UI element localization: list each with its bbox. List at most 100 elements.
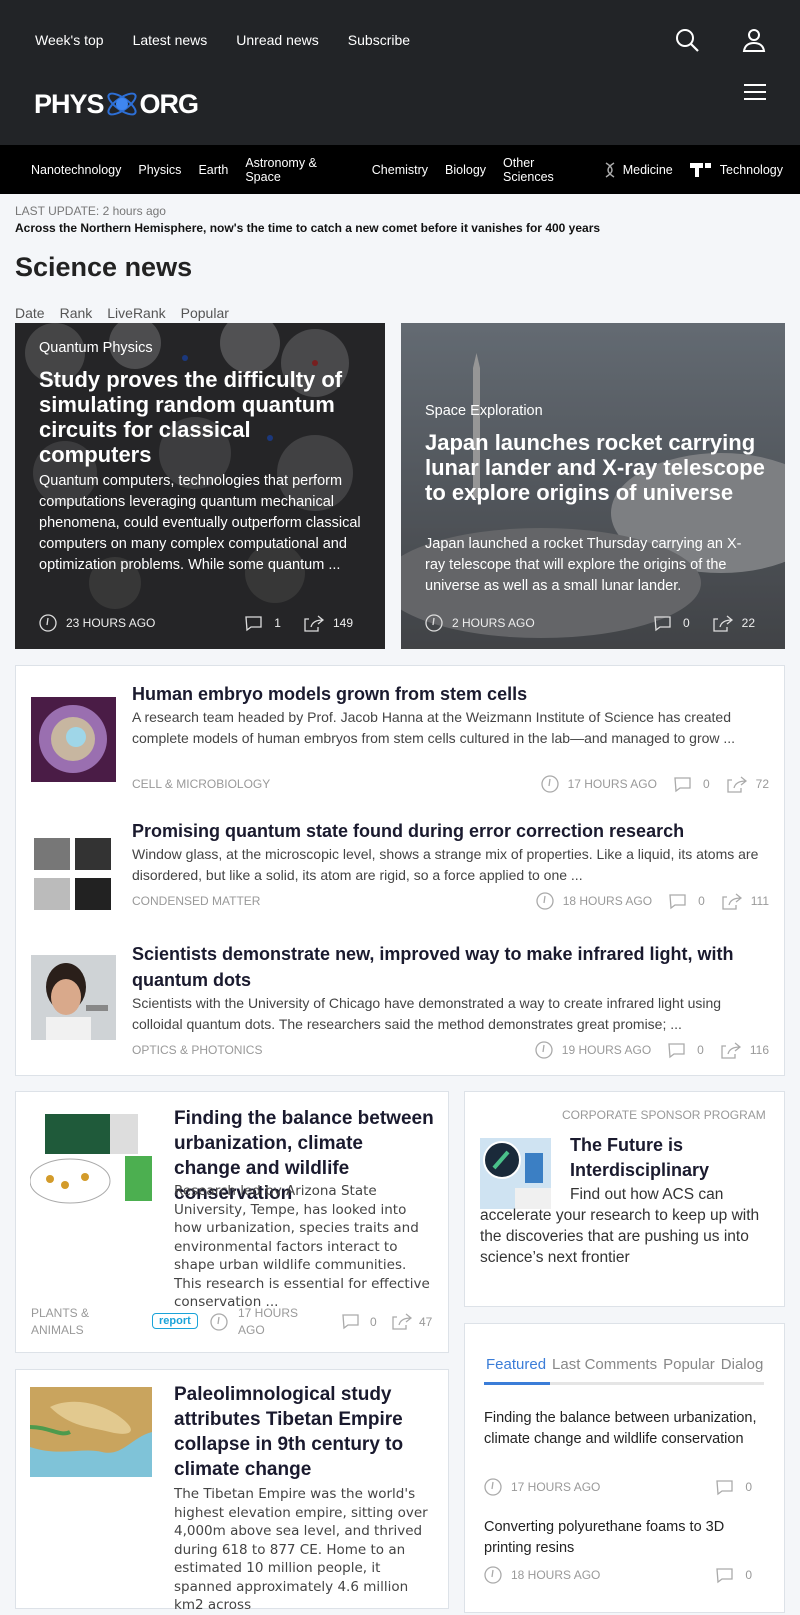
menu-icon[interactable] bbox=[744, 84, 766, 105]
clock-icon bbox=[535, 1041, 553, 1059]
category-bar: Nanotechnology Physics Earth Astronomy &… bbox=[0, 145, 800, 194]
article-title[interactable]: Promising quantum state found during err… bbox=[132, 818, 752, 844]
share-icon[interactable] bbox=[712, 614, 733, 632]
hero-card-quantum[interactable]: Quantum Physics Study proves the difficu… bbox=[15, 323, 385, 649]
cat-medicine-label: Medicine bbox=[622, 162, 673, 177]
cat-biology[interactable]: Biology bbox=[445, 163, 486, 177]
featured-comments: 0 bbox=[745, 1480, 752, 1494]
breaking-headline[interactable]: Across the Northern Hemisphere, now's th… bbox=[15, 221, 600, 235]
sponsor-label: CORPORATE SPONSOR PROGRAM bbox=[562, 1108, 766, 1122]
card-title[interactable]: Paleolimnological study attributes Tibet… bbox=[174, 1382, 434, 1482]
tab-popular[interactable]: Popular bbox=[181, 305, 229, 321]
atom-logo-icon bbox=[106, 92, 137, 116]
tab-featured[interactable]: Featured bbox=[486, 1356, 546, 1373]
active-tab-indicator bbox=[484, 1382, 550, 1385]
article-title[interactable]: Human embryo models grown from stem cell… bbox=[132, 681, 752, 707]
cat-nanotechnology[interactable]: Nanotechnology bbox=[31, 163, 121, 177]
tab-rank[interactable]: Rank bbox=[60, 305, 93, 321]
article-shares: 72 bbox=[755, 777, 769, 791]
hero-card-japan[interactable]: Space Exploration Japan launches rocket … bbox=[401, 323, 785, 649]
sponsor-desc: Find out how ACS can accelerate your res… bbox=[480, 1186, 760, 1266]
logo-text-right: ORG bbox=[139, 88, 200, 119]
clock-icon bbox=[39, 614, 57, 632]
clock-icon bbox=[484, 1566, 502, 1584]
article-meta: OPTICS & PHOTONICS 19 HOURS AGO 0 116 bbox=[132, 1041, 769, 1059]
clock-icon bbox=[210, 1313, 228, 1331]
user-icon[interactable] bbox=[741, 27, 767, 53]
comment-icon bbox=[674, 776, 691, 792]
featured-time: 18 HOURS AGO bbox=[511, 1568, 601, 1582]
tab-liverank[interactable]: LiveRank bbox=[107, 305, 165, 321]
share-icon[interactable] bbox=[392, 1313, 412, 1330]
nav-subscribe[interactable]: Subscribe bbox=[348, 32, 410, 48]
comment-icon bbox=[716, 1479, 733, 1495]
tab-last-comments[interactable]: Last Comments bbox=[552, 1356, 657, 1373]
comment-icon bbox=[654, 615, 671, 631]
article-time: 19 HOURS AGO bbox=[561, 1043, 652, 1057]
page-title: Science news bbox=[15, 252, 193, 282]
article-comments: 0 bbox=[698, 894, 705, 908]
share-icon[interactable] bbox=[726, 775, 747, 793]
article-category[interactable]: CONDENSED MATTER bbox=[132, 894, 260, 908]
article-thumb-embryo[interactable] bbox=[31, 697, 116, 782]
card-shares: 47 bbox=[419, 1315, 433, 1329]
article-desc: Window glass, at the microscopic level, … bbox=[132, 846, 759, 883]
share-icon[interactable] bbox=[722, 892, 742, 910]
hero-time: 23 HOURS AGO bbox=[66, 616, 156, 630]
article-thumb-tibet-map[interactable] bbox=[30, 1387, 152, 1477]
share-icon[interactable] bbox=[721, 1041, 741, 1059]
hero-category[interactable]: Quantum Physics bbox=[39, 340, 153, 356]
search-icon[interactable] bbox=[674, 27, 700, 53]
cat-physics[interactable]: Physics bbox=[138, 163, 181, 177]
card-category[interactable]: PLANTS & ANIMALS bbox=[31, 1305, 101, 1339]
tech-logo-icon bbox=[689, 162, 711, 177]
hero-shares: 149 bbox=[332, 616, 353, 630]
cat-earth[interactable]: Earth bbox=[198, 163, 228, 177]
logo-text-left: PHYS bbox=[34, 88, 105, 119]
article-meta: CELL & MICROBIOLOGY 17 HOURS AGO 0 72 bbox=[132, 775, 769, 793]
hero-category[interactable]: Space Exploration bbox=[425, 403, 543, 419]
tab-date[interactable]: Date bbox=[15, 305, 45, 321]
article-category[interactable]: OPTICS & PHOTONICS bbox=[132, 1043, 262, 1057]
nav-weeks-top[interactable]: Week's top bbox=[35, 32, 104, 48]
comment-icon bbox=[669, 893, 686, 909]
site-header: Week's top Latest news Unread news Subsc… bbox=[0, 0, 800, 145]
tab-popular-widget[interactable]: Popular bbox=[663, 1356, 715, 1373]
nav-unread-news[interactable]: Unread news bbox=[236, 32, 319, 48]
article-desc: Scientists with the University of Chicag… bbox=[132, 995, 722, 1032]
article-title[interactable]: Scientists demonstrate new, improved way… bbox=[132, 941, 752, 993]
article-thumb-wildlife[interactable] bbox=[30, 1111, 152, 1206]
article-thumb-infrared[interactable] bbox=[31, 955, 116, 1040]
article-category[interactable]: CELL & MICROBIOLOGY bbox=[132, 777, 270, 791]
site-logo[interactable]: PHYS ORG bbox=[34, 84, 200, 124]
comment-icon bbox=[245, 615, 262, 631]
cat-astronomy[interactable]: Astronomy & Space bbox=[245, 156, 354, 184]
card-desc: The Tibetan Empire was the world's highe… bbox=[174, 1486, 428, 1613]
clock-icon bbox=[425, 614, 443, 632]
hero-comments: 0 bbox=[682, 616, 690, 630]
featured-comments: 0 bbox=[745, 1568, 752, 1582]
cat-medicine[interactable]: Medicine bbox=[605, 161, 673, 178]
hero-meta: 2 HOURS AGO 0 22 bbox=[425, 614, 755, 632]
sponsor-title[interactable]: The Future is Interdisciplinary bbox=[570, 1133, 770, 1183]
card-time: 17 HOURS AGO bbox=[238, 1306, 299, 1337]
nav-latest-news[interactable]: Latest news bbox=[133, 32, 208, 48]
comment-icon bbox=[668, 1042, 685, 1058]
report-badge: report bbox=[152, 1313, 198, 1329]
cat-other-sciences[interactable]: Other Sciences bbox=[503, 156, 588, 184]
featured-item-title[interactable]: Converting polyurethane foams to 3D prin… bbox=[484, 1517, 774, 1559]
cat-chemistry[interactable]: Chemistry bbox=[372, 163, 428, 177]
share-icon[interactable] bbox=[304, 614, 324, 632]
tab-dialog[interactable]: Dialog bbox=[721, 1356, 764, 1373]
hero-title[interactable]: Study proves the difficulty of simulatin… bbox=[39, 367, 359, 467]
article-comments: 0 bbox=[702, 777, 710, 791]
article-thumb-quantum-state[interactable] bbox=[31, 830, 116, 915]
card-comments: 0 bbox=[370, 1315, 377, 1329]
featured-item-meta: 17 HOURS AGO 0 bbox=[484, 1478, 752, 1496]
hero-title[interactable]: Japan launches rocket carrying lunar lan… bbox=[425, 430, 765, 505]
dna-icon bbox=[605, 161, 615, 178]
hero-desc: Japan launched a rocket Thursday carryin… bbox=[425, 536, 742, 594]
cat-technology[interactable]: Technology bbox=[689, 162, 783, 178]
featured-item-title[interactable]: Finding the balance between urbanization… bbox=[484, 1408, 774, 1450]
featured-time: 17 HOURS AGO bbox=[511, 1480, 601, 1494]
